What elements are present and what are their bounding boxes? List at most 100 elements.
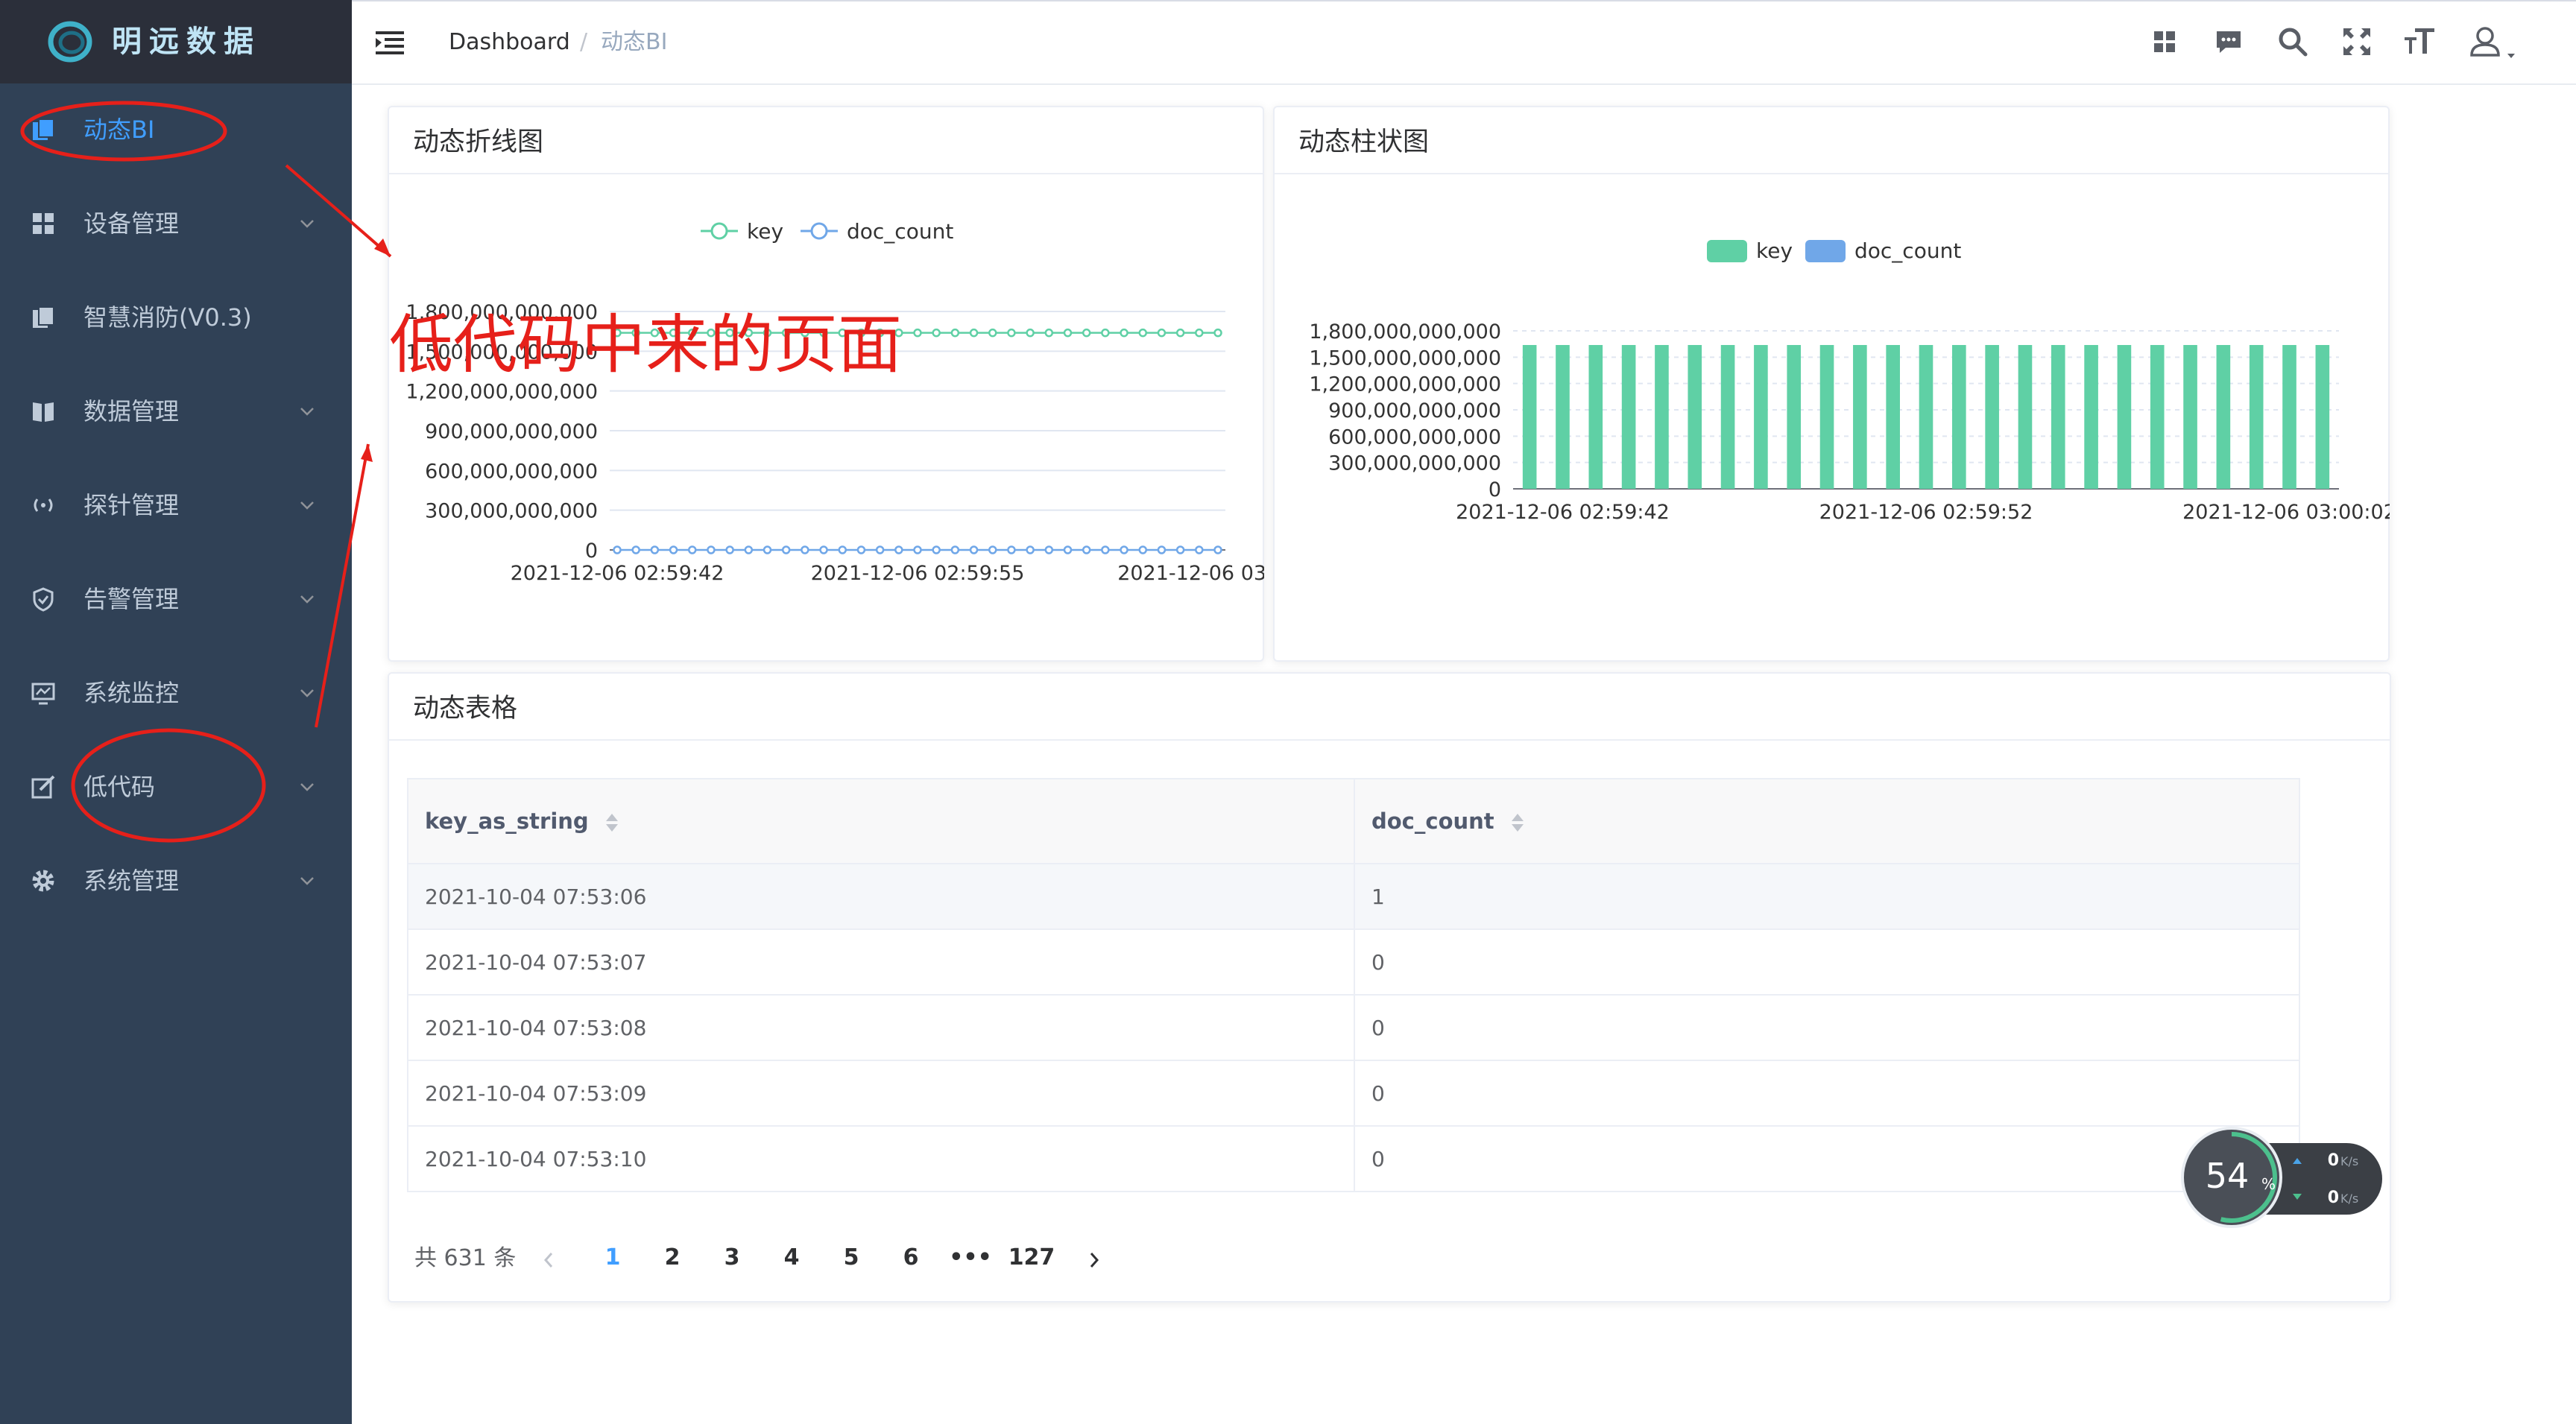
- data-point: [913, 545, 922, 554]
- apps-icon[interactable]: [2148, 25, 2181, 58]
- data-point: [875, 545, 885, 554]
- fullscreen-icon[interactable]: [2340, 25, 2373, 58]
- sidebar-item[interactable]: 设备管理: [0, 177, 352, 271]
- y-tick-label: 1,800,000,000,000: [1309, 320, 1501, 344]
- legend-swatch: [1707, 240, 1747, 262]
- page-ellipsis[interactable]: •••: [947, 1241, 994, 1274]
- y-tick-label: 1,200,000,000,000: [1309, 373, 1501, 396]
- data-point: [894, 545, 903, 554]
- sidebar-item-label: 告警管理: [83, 585, 180, 613]
- bar-chart: key doc_count 0 300,000,000,000 600,000,000,…: [1309, 238, 2390, 524]
- data-point: [763, 545, 772, 554]
- sidebar-item[interactable]: 低代码: [0, 741, 352, 835]
- data-point: [1213, 545, 1222, 554]
- next-page-icon[interactable]: [1085, 1249, 1103, 1271]
- table-row[interactable]: 2021-10-04 07:53:07 0: [407, 928, 2300, 996]
- menu-toggle-icon[interactable]: [376, 30, 404, 55]
- data-point: [1101, 328, 1110, 338]
- table-row[interactable]: 2021-10-04 07:53:09 0: [407, 1060, 2300, 1127]
- page-button[interactable]: 3: [708, 1241, 756, 1274]
- table-row[interactable]: 2021-10-04 07:53:10 0: [407, 1125, 2300, 1192]
- data-point: [1063, 545, 1073, 554]
- sidebar-item[interactable]: 动态BI: [0, 83, 352, 177]
- page-button[interactable]: 1: [589, 1241, 637, 1274]
- y-tick-label: 1,500,000,000,000: [1309, 346, 1501, 370]
- copy-icon: [33, 306, 54, 328]
- page-button[interactable]: 6: [887, 1241, 935, 1274]
- data-point: [1138, 545, 1147, 554]
- search-icon[interactable]: [2276, 25, 2309, 58]
- user-avatar-icon[interactable]: [2469, 25, 2521, 58]
- line-chart: key doc_count 0 300,000,000,000 600,000,000,…: [405, 219, 1264, 585]
- font-size-icon[interactable]: [2403, 25, 2436, 58]
- page-button[interactable]: 5: [827, 1241, 875, 1274]
- bar: [2117, 344, 2132, 489]
- annotation-arrowhead: [361, 444, 373, 462]
- sidebar-item-label: 设备管理: [83, 209, 180, 238]
- bar-chart-card-header: 动态柱状图: [1275, 107, 2388, 174]
- bar: [1886, 344, 1900, 489]
- data-point: [1063, 328, 1073, 338]
- network-speed-widget[interactable]: 54 % 0 K/s 0 K/s: [2179, 1125, 2385, 1230]
- prev-page-icon[interactable]: [540, 1249, 558, 1271]
- data-point: [969, 328, 979, 338]
- page-button[interactable]: 4: [768, 1241, 815, 1274]
- line-chart-card-header: 动态折线图: [389, 107, 1263, 174]
- breadcrumb-dashboard[interactable]: Dashboard: [449, 27, 570, 58]
- data-point: [969, 545, 979, 554]
- data-point: [819, 545, 828, 554]
- bar: [2282, 344, 2296, 489]
- page-button[interactable]: 2: [648, 1241, 696, 1274]
- message-icon[interactable]: [2212, 25, 2245, 58]
- data-point: [988, 328, 997, 338]
- legend-swatch: [1805, 240, 1846, 262]
- data-point: [932, 328, 941, 338]
- data-point: [688, 545, 697, 554]
- legend-marker: [810, 222, 828, 240]
- chevron-down-icon: [300, 501, 314, 510]
- monitor-icon: [31, 683, 55, 705]
- sidebar-item[interactable]: 智慧消防(V0.3): [0, 271, 352, 365]
- table-row[interactable]: 2021-10-04 07:53:06 1: [407, 863, 2300, 930]
- sort-icon[interactable]: [605, 813, 619, 832]
- chevron-down-icon: [300, 408, 314, 416]
- cell-key-as-string: 2021-10-04 07:53:09: [407, 1060, 1355, 1127]
- bar: [2018, 344, 2033, 489]
- data-point: [1007, 328, 1016, 338]
- sidebar-item[interactable]: 探针管理: [0, 459, 352, 553]
- sidebar-item[interactable]: 数据管理: [0, 365, 352, 459]
- data-point: [932, 545, 941, 554]
- column-header-doc-count[interactable]: doc_count: [1354, 778, 2300, 864]
- cell-key-as-string: 2021-10-04 07:53:06: [407, 863, 1355, 930]
- y-tick-label: 0: [585, 539, 598, 563]
- book-icon: [33, 402, 54, 422]
- table-card-header: 动态表格: [389, 674, 2390, 741]
- y-tick-label: 600,000,000,000: [425, 460, 598, 483]
- x-tick-label: 2021-12-06 02:59:42: [1456, 501, 1670, 524]
- cell-doc-count: 0: [1354, 928, 2300, 996]
- data-point: [613, 545, 622, 554]
- data-point: [1157, 328, 1167, 338]
- bar: [1853, 344, 1867, 489]
- cell-doc-count: 1: [1354, 863, 2300, 930]
- data-point: [707, 545, 716, 554]
- signal-icon: [34, 499, 53, 512]
- sidebar-item-label: 系统管理: [83, 867, 180, 895]
- bar: [1655, 344, 1669, 489]
- sidebar-item-label: 数据管理: [83, 397, 180, 425]
- cell-doc-count: 0: [1354, 1060, 2300, 1127]
- page-button[interactable]: 127: [1008, 1241, 1055, 1274]
- y-tick-label: 300,000,000,000: [425, 500, 598, 523]
- sidebar-item[interactable]: 告警管理: [0, 553, 352, 647]
- sidebar-item[interactable]: 系统监控: [0, 647, 352, 741]
- legend-label: key: [1756, 238, 1793, 263]
- cell-key-as-string: 2021-10-04 07:53:08: [407, 994, 1355, 1061]
- table-row[interactable]: 2021-10-04 07:53:08 0: [407, 994, 2300, 1061]
- sidebar-item-label: 探针管理: [83, 491, 180, 519]
- sidebar-item[interactable]: 系统管理: [0, 835, 352, 928]
- data-point: [913, 328, 922, 338]
- bar: [2084, 344, 2098, 489]
- column-header-key-as-string[interactable]: key_as_string: [407, 778, 1355, 864]
- line-chart-title: 动态折线图: [413, 127, 544, 157]
- sort-icon[interactable]: [1511, 813, 1524, 832]
